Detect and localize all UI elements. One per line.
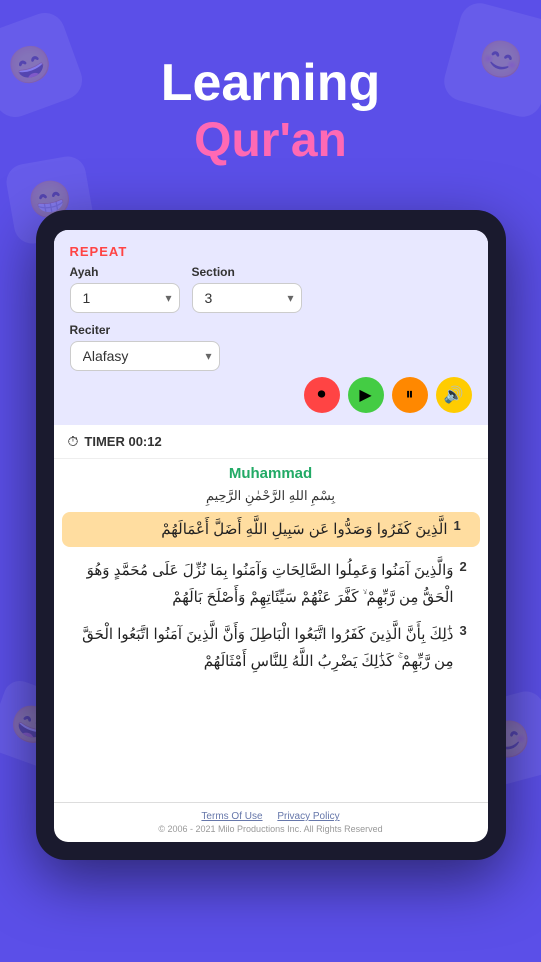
pause-button[interactable]: ⏸ [392,377,428,413]
timer-icon: ⏱ [68,433,79,450]
ayah-number-1: 1 [454,516,474,533]
bismillah-text: بِسْمِ اللهِ الرَّحْمٰنِ الرَّحِيمِ [62,488,480,504]
surah-content: Muhammad بِسْمِ اللهِ الرَّحْمٰنِ الرَّح… [54,459,488,802]
ayah-label: Ayah [70,265,180,279]
ayah-select[interactable]: 1 2 3 [70,283,180,313]
terms-link[interactable]: Terms Of Use [201,811,262,822]
section-select-group: Section 3 1 2 ▾ [192,265,302,313]
playback-row: ⏺ ▶ ⏸ 🔊 [70,371,472,415]
section-select-wrapper[interactable]: 3 1 2 ▾ [192,283,302,313]
repeat-label: REPEAT [70,244,472,259]
reciter-select-wrapper[interactable]: Alafasy Other ▾ [70,341,220,371]
ayah-row-2: 2 وَالَّذِينَ آمَنُوا وَعَمِلُوا الصَّال… [62,557,480,611]
surah-name: Muhammad [62,465,480,482]
reciter-select[interactable]: Alafasy Other [70,341,220,371]
ayah-text-3: ذَٰلِكَ بِأَنَّ الَّذِينَ كَفَرُوا اتَّب… [62,621,454,675]
controls-area: REPEAT Ayah 1 2 3 ▾ Sect [54,230,488,425]
ayah-number-3: 3 [460,621,480,638]
timer-bar: ⏱ TIMER 00:12 [54,425,488,459]
ayah-select-group: Ayah 1 2 3 ▾ [70,265,180,313]
tablet-footer: Terms Of Use Privacy Policy © 2006 - 202… [54,802,488,842]
privacy-link[interactable]: Privacy Policy [277,811,339,822]
selects-row: Ayah 1 2 3 ▾ Section 3 [70,265,472,313]
timer-text: TIMER 00:12 [84,434,161,449]
section-select[interactable]: 3 1 2 [192,283,302,313]
ayah-text-1: الَّذِينَ كَفَرُوا وَصَدُّوا عَن سَبِيلِ… [68,516,448,543]
play-button[interactable]: ▶ [348,377,384,413]
footer-links: Terms Of Use Privacy Policy [64,811,478,822]
ayah-number-2: 2 [460,557,480,574]
record-button[interactable]: ⏺ [304,377,340,413]
content-area: ⏱ TIMER 00:12 Muhammad بِسْمِ اللهِ الرَ… [54,425,488,842]
ayah-row-3: 3 ذَٰلِكَ بِأَنَّ الَّذِينَ كَفَرُوا اتَ… [62,621,480,675]
tablet-frame: REPEAT Ayah 1 2 3 ▾ Sect [36,210,506,860]
ayah-select-wrapper[interactable]: 1 2 3 ▾ [70,283,180,313]
tablet-screen: REPEAT Ayah 1 2 3 ▾ Sect [54,230,488,842]
section-label: Section [192,265,302,279]
ayah-text-2: وَالَّذِينَ آمَنُوا وَعَمِلُوا الصَّالِح… [62,557,454,611]
reciter-select-group: Reciter Alafasy Other ▾ [70,323,472,371]
reciter-label: Reciter [70,323,472,337]
footer-copyright: © 2006 - 2021 Milo Productions Inc. All … [64,824,478,834]
volume-button[interactable]: 🔊 [436,377,472,413]
ayah-row-1: 1 الَّذِينَ كَفَرُوا وَصَدُّوا عَن سَبِي… [62,512,480,547]
